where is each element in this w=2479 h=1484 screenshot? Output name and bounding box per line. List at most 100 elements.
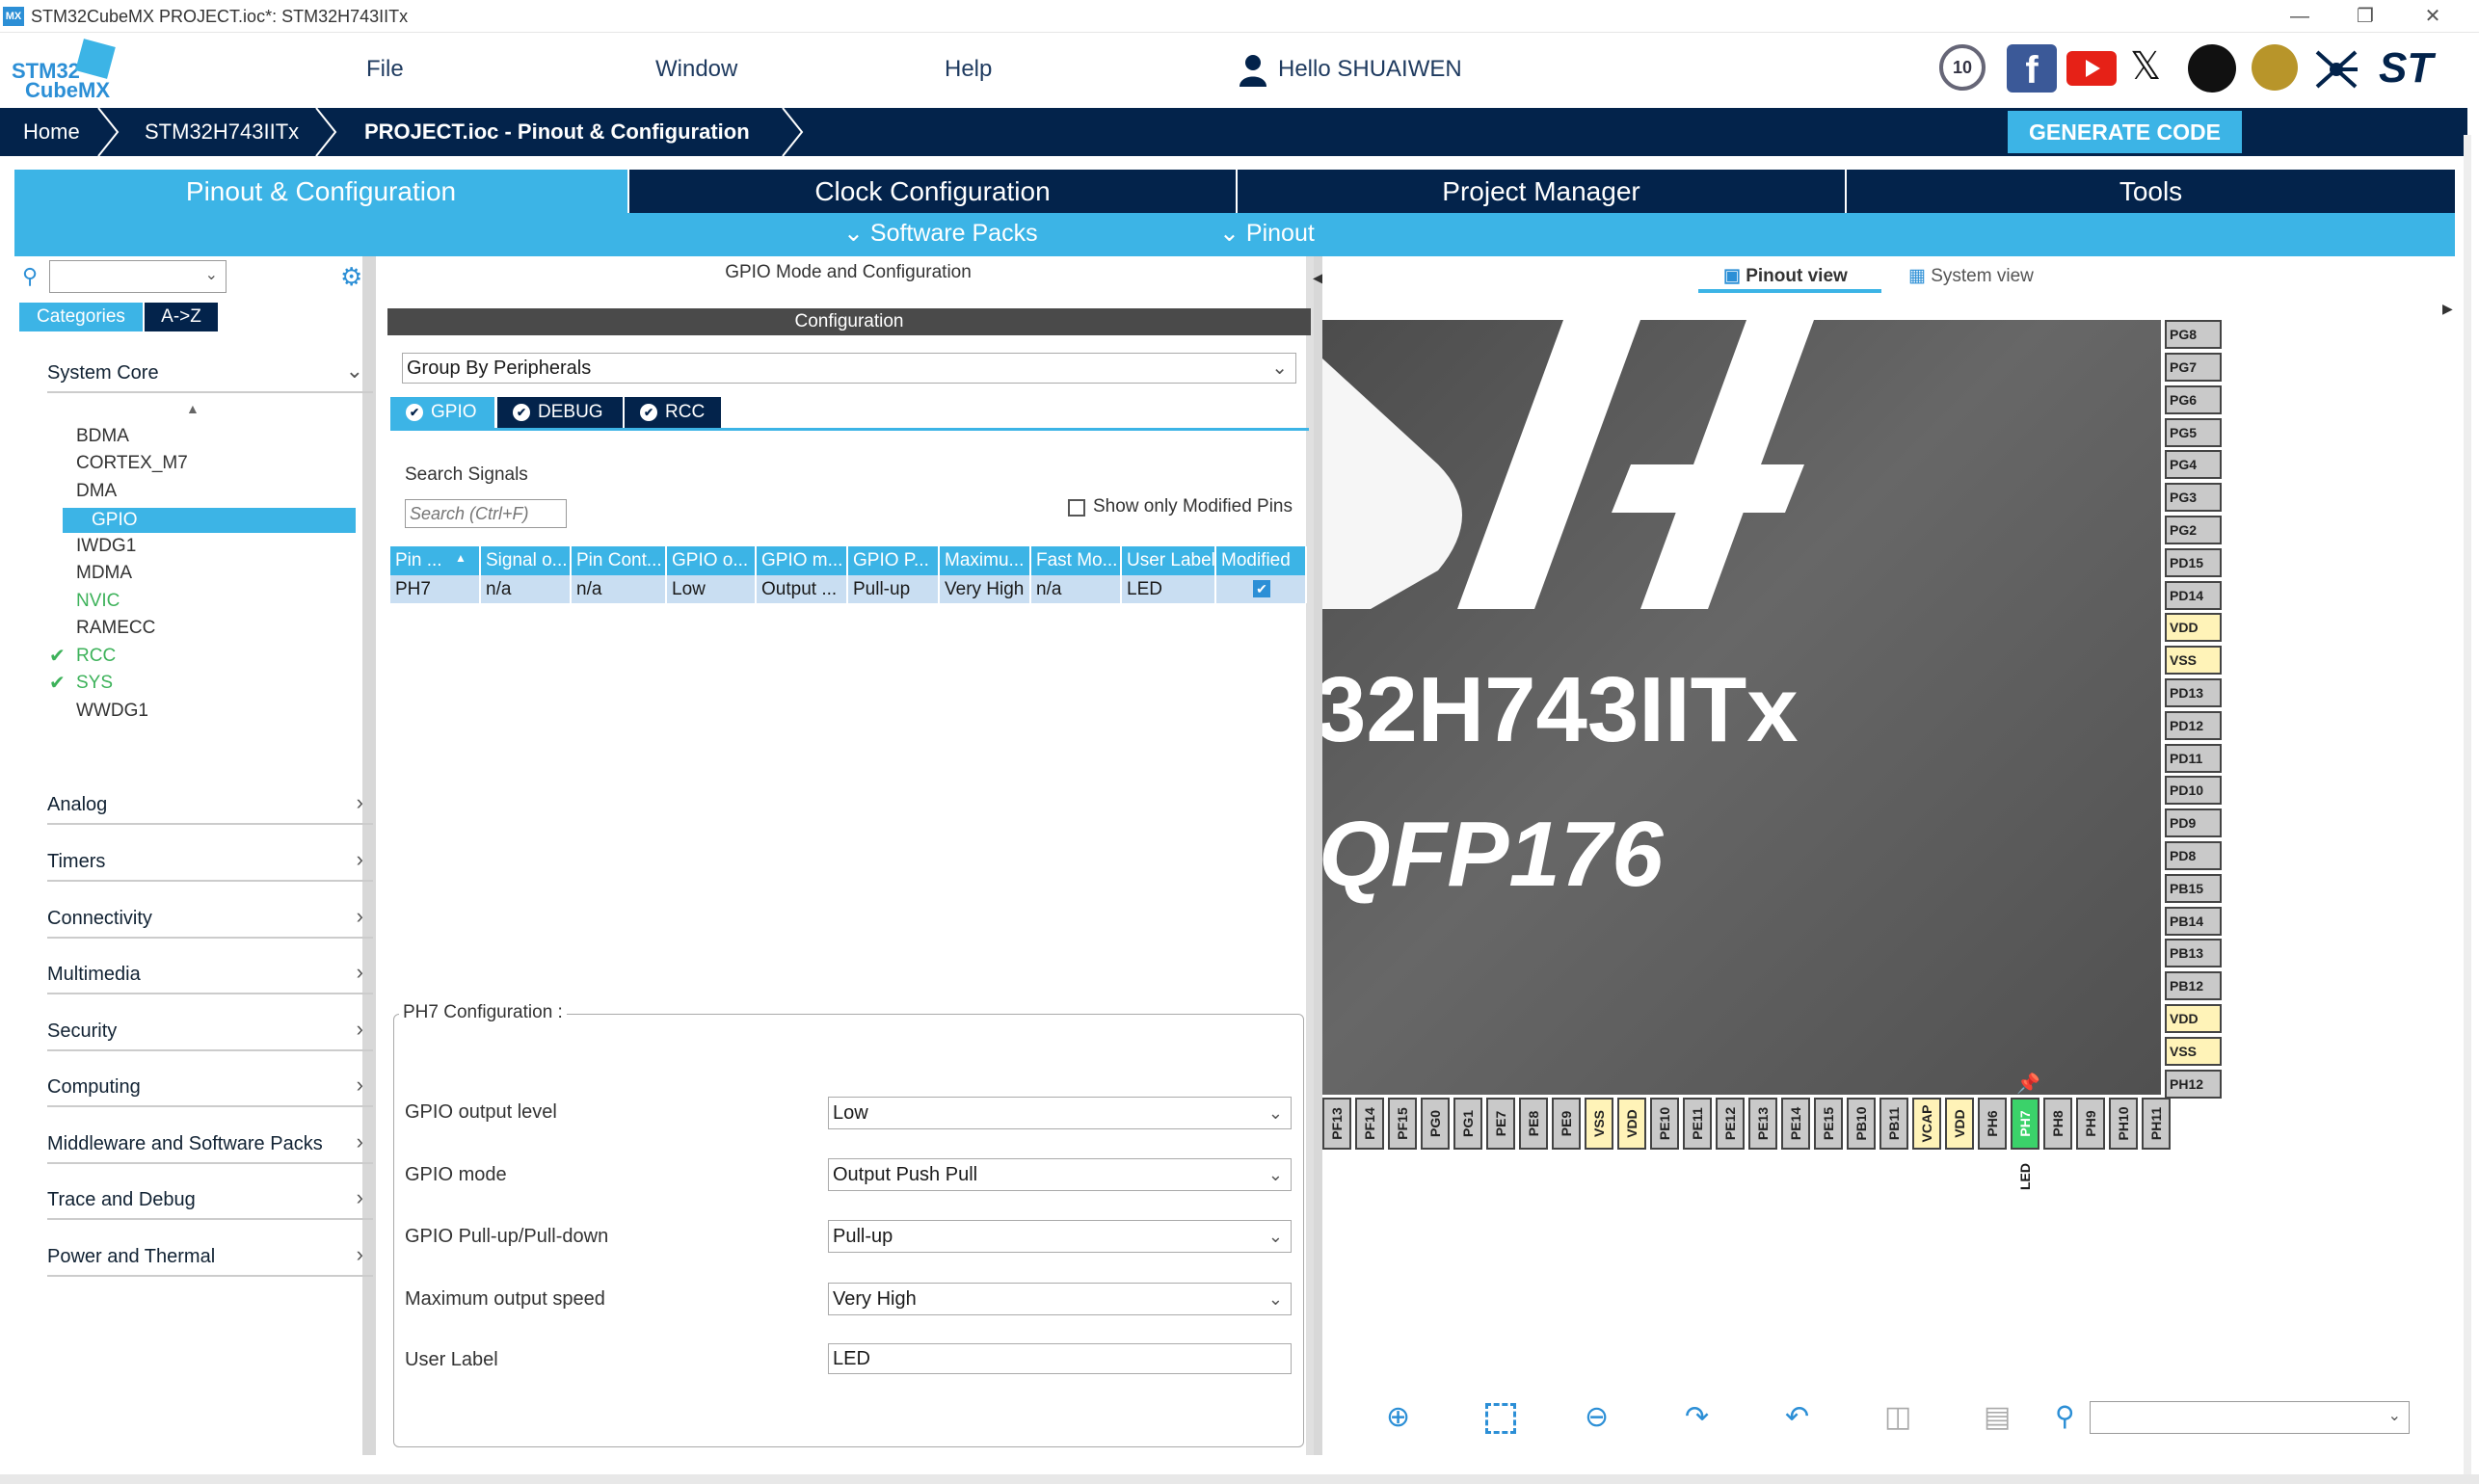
section-multimedia[interactable]: Multimedia ›	[47, 939, 373, 994]
pin-bottom[interactable]: PE13	[1748, 1098, 1777, 1150]
section-trace-debug[interactable]: Trace and Debug ›	[47, 1164, 373, 1220]
column-header-gpio-output[interactable]: GPIO o...	[667, 546, 757, 575]
zoom-out-icon[interactable]: ⊖	[1585, 1400, 1609, 1434]
list-item-iwdg1[interactable]: IWDG1	[76, 536, 136, 557]
pin-bottom[interactable]: PE11	[1683, 1098, 1712, 1150]
pin-bottom[interactable]: PF13	[1322, 1098, 1351, 1150]
pin-right[interactable]: PD9	[2165, 808, 2222, 837]
pin-bottom[interactable]: PH11	[2142, 1098, 2171, 1150]
column-header-signal[interactable]: Signal o...	[481, 546, 572, 575]
pin-right[interactable]: PG3	[2165, 483, 2222, 512]
rotate-right-icon[interactable]: ↷	[1685, 1400, 1709, 1434]
table-cell[interactable]: Output ...	[757, 575, 848, 603]
tab-a-z[interactable]: A->Z	[145, 303, 218, 331]
pin-bottom[interactable]: PE7	[1486, 1098, 1515, 1150]
section-middleware[interactable]: Middleware and Software Packs ›	[47, 1108, 373, 1164]
pin-bottom-active[interactable]: PH7	[2011, 1098, 2039, 1150]
tab-categories[interactable]: Categories	[19, 303, 143, 331]
menu-window[interactable]: Window	[655, 56, 737, 83]
show-modified-checkbox[interactable]	[1068, 499, 1085, 517]
pin-right[interactable]: PB12	[2165, 971, 2222, 1000]
tab-system-view[interactable]: ▦ System view	[1908, 265, 2034, 287]
section-connectivity[interactable]: Connectivity ›	[47, 883, 373, 939]
table-cell[interactable]: n/a	[1031, 575, 1122, 603]
sort-icon[interactable]: ▲	[186, 401, 200, 416]
pin-right-power[interactable]: VSS	[2165, 1037, 2222, 1066]
panel-splitter[interactable]	[1314, 256, 1322, 1455]
speed-select[interactable]: Very High ⌄	[828, 1283, 1292, 1315]
pin-right[interactable]: PD14	[2165, 581, 2222, 610]
pin-right-power[interactable]: VDD	[2165, 1004, 2222, 1033]
split-icon[interactable]: ▤	[1984, 1400, 2011, 1434]
anniversary-badge-icon[interactable]: 10	[1939, 44, 1986, 91]
pin-bottom[interactable]: PH8	[2043, 1098, 2072, 1150]
table-cell[interactable]: n/a	[572, 575, 667, 603]
pin-bottom-power[interactable]: VDD	[1945, 1098, 1974, 1150]
pin-right[interactable]: PD11	[2165, 744, 2222, 773]
section-analog[interactable]: Analog ›	[47, 769, 373, 825]
window-scrollbar[interactable]	[2464, 135, 2471, 1484]
column-header-pin[interactable]: Pin ...	[390, 546, 481, 575]
list-item-bdma[interactable]: BDMA	[76, 426, 129, 447]
pin-bottom-power[interactable]: VSS	[1585, 1098, 1613, 1150]
column-header-modified[interactable]: Modified	[1216, 546, 1307, 575]
pin-right[interactable]: PD12	[2165, 711, 2222, 740]
pin-bottom[interactable]: PE10	[1650, 1098, 1679, 1150]
tab-pinout-configuration[interactable]: Pinout & Configuration	[14, 170, 627, 213]
output-level-select[interactable]: Low ⌄	[828, 1097, 1292, 1129]
list-item-rcc[interactable]: RCC	[76, 646, 116, 667]
pin-bottom[interactable]: PE15	[1814, 1098, 1843, 1150]
pin-bottom[interactable]: PH6	[1978, 1098, 2007, 1150]
pin-right[interactable]: PG4	[2165, 450, 2222, 479]
youtube-icon[interactable]	[2066, 51, 2117, 86]
list-item-ramecc[interactable]: RAMECC	[76, 618, 155, 639]
tab-gpio[interactable]: ✔ GPIO	[390, 397, 494, 428]
tab-debug[interactable]: ✔ DEBUG	[497, 397, 623, 428]
gpio-mode-select[interactable]: Output Push Pull ⌄	[828, 1158, 1292, 1191]
pin-right[interactable]: PG2	[2165, 516, 2222, 544]
pin-bottom[interactable]: PB10	[1847, 1098, 1876, 1150]
column-header-gpio-mode[interactable]: GPIO m...	[757, 546, 848, 575]
pin-bottom-power[interactable]: VCAP	[1912, 1098, 1941, 1150]
pin-right[interactable]: PG6	[2165, 385, 2222, 414]
list-item-mdma[interactable]: MDMA	[76, 563, 132, 584]
pin-bottom[interactable]: PF15	[1388, 1098, 1417, 1150]
network-icon[interactable]	[2311, 44, 2361, 94]
pin-bottom[interactable]: PB11	[1879, 1098, 1908, 1150]
search-signals-input[interactable]	[405, 499, 567, 528]
section-timers[interactable]: Timers ›	[47, 826, 373, 882]
pin-bottom[interactable]: PE9	[1552, 1098, 1581, 1150]
community-icon[interactable]	[2252, 44, 2298, 91]
section-computing[interactable]: Computing ›	[47, 1051, 373, 1107]
pin-right[interactable]: PD13	[2165, 678, 2222, 707]
column-header-fast-mode[interactable]: Fast Mo...	[1031, 546, 1122, 575]
flip-icon[interactable]: ◫	[1884, 1400, 1911, 1434]
pin-right[interactable]: PD15	[2165, 548, 2222, 577]
tab-clock-configuration[interactable]: Clock Configuration	[629, 170, 1236, 213]
tab-project-manager[interactable]: Project Manager	[1238, 170, 1845, 213]
pin-right[interactable]: PD10	[2165, 776, 2222, 805]
menu-help[interactable]: Help	[945, 56, 992, 83]
generate-code-button[interactable]: GENERATE CODE	[2008, 111, 2242, 153]
pin-right[interactable]: PG8	[2165, 320, 2222, 349]
pinout-menu[interactable]: ⌄ Pinout	[1219, 219, 1315, 248]
table-cell[interactable]: n/a	[481, 575, 572, 603]
pin-right-power[interactable]: VDD	[2165, 613, 2222, 642]
software-packs-menu[interactable]: ⌄ Software Packs	[843, 219, 1038, 248]
pin-bottom[interactable]: PH9	[2076, 1098, 2105, 1150]
pin-right[interactable]: PB13	[2165, 939, 2222, 967]
pin-search-combo[interactable]: ⌄	[2090, 1401, 2410, 1434]
collapse-right-icon[interactable]: ▶	[2442, 301, 2453, 317]
list-item-wwdg1[interactable]: WWDG1	[76, 701, 148, 722]
st-logo-icon[interactable]: ST	[2379, 44, 2433, 93]
rotate-left-icon[interactable]: ↶	[1785, 1400, 1809, 1434]
pin-bottom[interactable]: PG0	[1421, 1098, 1450, 1150]
section-system-core[interactable]: System Core ⌄	[47, 337, 373, 393]
zoom-in-icon[interactable]: ⊕	[1386, 1400, 1410, 1434]
pin-bottom[interactable]: PE8	[1519, 1098, 1548, 1150]
list-item-gpio[interactable]: GPIO	[63, 508, 356, 533]
list-item-nvic[interactable]: NVIC	[76, 591, 120, 612]
pin-right[interactable]: PG5	[2165, 418, 2222, 447]
close-window-button[interactable]: ✕	[2404, 2, 2462, 31]
column-header-user-label[interactable]: User Label	[1122, 546, 1216, 575]
